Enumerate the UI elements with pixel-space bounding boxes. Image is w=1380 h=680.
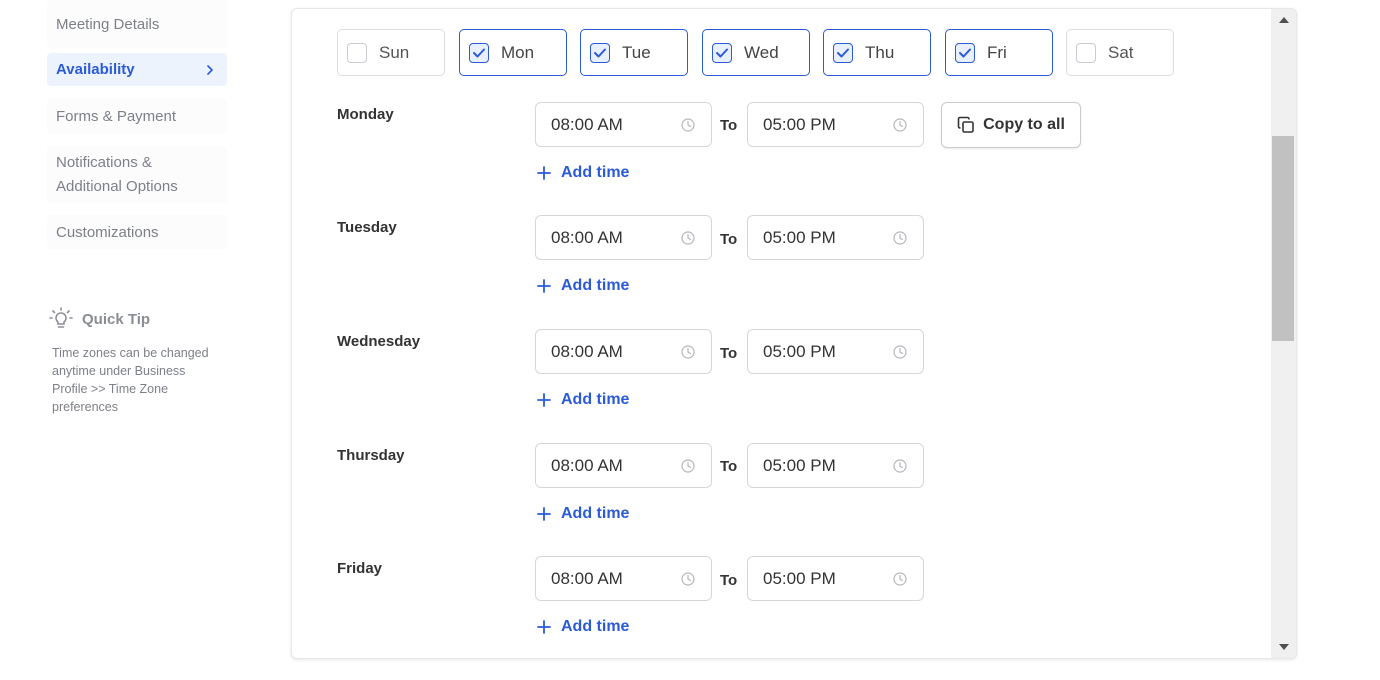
day-chip-label: Tue bbox=[622, 42, 651, 62]
add-time-link[interactable]: Add time bbox=[537, 164, 629, 182]
day-chip-sun[interactable]: Sun bbox=[337, 29, 445, 76]
clock-icon bbox=[893, 458, 907, 473]
clock-icon bbox=[893, 571, 907, 586]
vertical-scrollbar[interactable] bbox=[1271, 9, 1296, 658]
day-chip-thu[interactable]: Thu bbox=[823, 29, 931, 76]
nav-item-label: Availability bbox=[56, 61, 135, 78]
add-time-link[interactable]: Add time bbox=[537, 277, 629, 295]
nav-item-notifications[interactable]: Notifications & Additional Options bbox=[47, 146, 227, 203]
nav-item-meeting-details[interactable]: Meeting Details bbox=[47, 0, 227, 48]
to-label: To bbox=[720, 458, 738, 475]
checkbox-checked[interactable] bbox=[833, 42, 853, 63]
day-chip-label: Fri bbox=[987, 42, 1007, 62]
clock-icon bbox=[681, 117, 695, 132]
scroll-up-arrow-icon[interactable] bbox=[1271, 9, 1296, 31]
day-row-label: Wednesday bbox=[337, 333, 421, 350]
clock-icon bbox=[893, 230, 907, 245]
add-time-link[interactable]: Add time bbox=[537, 391, 629, 409]
to-label: To bbox=[720, 117, 738, 134]
day-chip-sat[interactable]: Sat bbox=[1066, 29, 1174, 76]
day-chip-label: Mon bbox=[501, 42, 535, 62]
plus-icon bbox=[537, 620, 551, 634]
plus-icon bbox=[537, 279, 551, 293]
end-time-input[interactable]: 05:00 PM bbox=[747, 443, 924, 488]
quick-tip-text: Time zones can be changed anytime under … bbox=[52, 346, 209, 414]
checkbox-unchecked[interactable] bbox=[347, 42, 367, 63]
checkbox-unchecked[interactable] bbox=[1076, 42, 1096, 63]
end-time-input[interactable]: 05:00 PM bbox=[747, 102, 924, 147]
plus-icon bbox=[537, 507, 551, 521]
scroll-down-arrow-icon[interactable] bbox=[1271, 636, 1296, 658]
nav-item-forms-payment[interactable]: Forms & Payment bbox=[47, 99, 227, 133]
start-time-input[interactable]: 08:00 AM bbox=[535, 443, 712, 488]
plus-icon bbox=[537, 166, 551, 180]
day-chip-tue[interactable]: Tue bbox=[580, 29, 688, 76]
clock-icon bbox=[681, 344, 695, 359]
day-chip-label: Sun bbox=[379, 42, 410, 62]
day-row-label: Tuesday bbox=[337, 219, 397, 236]
day-chip-fri[interactable]: Fri bbox=[945, 29, 1053, 76]
quick-tip-title: Quick Tip bbox=[82, 310, 151, 328]
end-time-input[interactable]: 05:00 PM bbox=[747, 329, 924, 374]
day-chip-mon[interactable]: Mon bbox=[459, 29, 567, 76]
to-label: To bbox=[720, 572, 738, 589]
availability-panel: Sun Mon Tue Wed Thu Fri Sat Monday 08:00… bbox=[291, 8, 1297, 659]
day-chip-label: Thu bbox=[865, 42, 895, 62]
add-time-link[interactable]: Add time bbox=[537, 618, 629, 636]
end-time-input[interactable]: 05:00 PM bbox=[747, 215, 924, 260]
start-time-input[interactable]: 08:00 AM bbox=[535, 102, 712, 147]
nav-item-label-line1: Notifications & bbox=[56, 153, 152, 171]
start-time-input[interactable]: 08:00 AM bbox=[535, 556, 712, 601]
nav-item-availability[interactable]: Availability bbox=[47, 53, 227, 86]
copy-icon bbox=[957, 116, 974, 133]
scroll-thumb[interactable] bbox=[1272, 136, 1294, 341]
clock-icon bbox=[681, 571, 695, 586]
clock-icon bbox=[681, 230, 695, 245]
nav-item-customizations[interactable]: Customizations bbox=[47, 215, 227, 249]
day-chip-label: Wed bbox=[744, 42, 779, 62]
checkbox-checked[interactable] bbox=[469, 42, 489, 63]
nav-item-label: Meeting Details bbox=[56, 15, 160, 33]
nav-item-label: Forms & Payment bbox=[56, 107, 177, 125]
copy-to-all-button[interactable]: Copy to all bbox=[941, 102, 1081, 148]
to-label: To bbox=[720, 231, 738, 248]
day-chip-wed[interactable]: Wed bbox=[702, 29, 810, 76]
nav-item-label-line2: Additional Options bbox=[56, 177, 178, 195]
end-time-input[interactable]: 05:00 PM bbox=[747, 556, 924, 601]
clock-icon bbox=[893, 117, 907, 132]
chevron-right-icon bbox=[205, 64, 215, 75]
quick-tip: Quick Tip Time zones can be changed anyt… bbox=[48, 306, 238, 416]
start-time-input[interactable]: 08:00 AM bbox=[535, 215, 712, 260]
lightbulb-icon bbox=[48, 306, 74, 332]
plus-icon bbox=[537, 393, 551, 407]
day-row-label: Monday bbox=[337, 106, 394, 123]
clock-icon bbox=[893, 344, 907, 359]
day-row-label: Friday bbox=[337, 560, 383, 577]
start-time-input[interactable]: 08:00 AM bbox=[535, 329, 712, 374]
to-label: To bbox=[720, 345, 738, 362]
checkbox-checked[interactable] bbox=[955, 42, 975, 63]
checkbox-checked[interactable] bbox=[712, 42, 732, 63]
checkbox-checked[interactable] bbox=[590, 42, 610, 63]
clock-icon bbox=[681, 458, 695, 473]
day-chip-label: Sat bbox=[1108, 42, 1134, 62]
day-row-label: Thursday bbox=[337, 447, 405, 464]
add-time-link[interactable]: Add time bbox=[537, 505, 629, 523]
nav-item-label: Customizations bbox=[56, 223, 159, 241]
